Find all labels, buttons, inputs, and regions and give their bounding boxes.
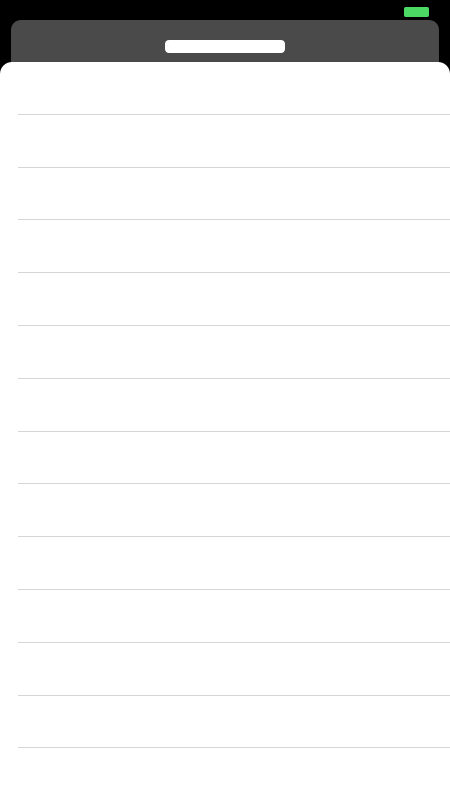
list-item[interactable] xyxy=(0,273,450,326)
list-item[interactable] xyxy=(0,115,450,168)
list-item[interactable] xyxy=(0,643,450,696)
list-item[interactable] xyxy=(0,590,450,643)
list-item[interactable] xyxy=(0,537,450,590)
table-list xyxy=(0,62,450,800)
list-item[interactable] xyxy=(0,484,450,538)
list-item[interactable] xyxy=(0,379,450,432)
list-item[interactable] xyxy=(0,326,450,379)
status-bar xyxy=(0,0,450,20)
battery-icon xyxy=(404,7,429,17)
phone-screen xyxy=(0,0,450,800)
modal-sheet xyxy=(0,62,450,800)
list-item[interactable] xyxy=(0,168,450,221)
list-item[interactable] xyxy=(0,62,450,115)
sheet-grabber[interactable] xyxy=(165,40,285,53)
list-item[interactable] xyxy=(0,432,450,485)
list-item[interactable] xyxy=(0,748,450,800)
list-item[interactable] xyxy=(0,220,450,274)
list-item[interactable] xyxy=(0,696,450,749)
